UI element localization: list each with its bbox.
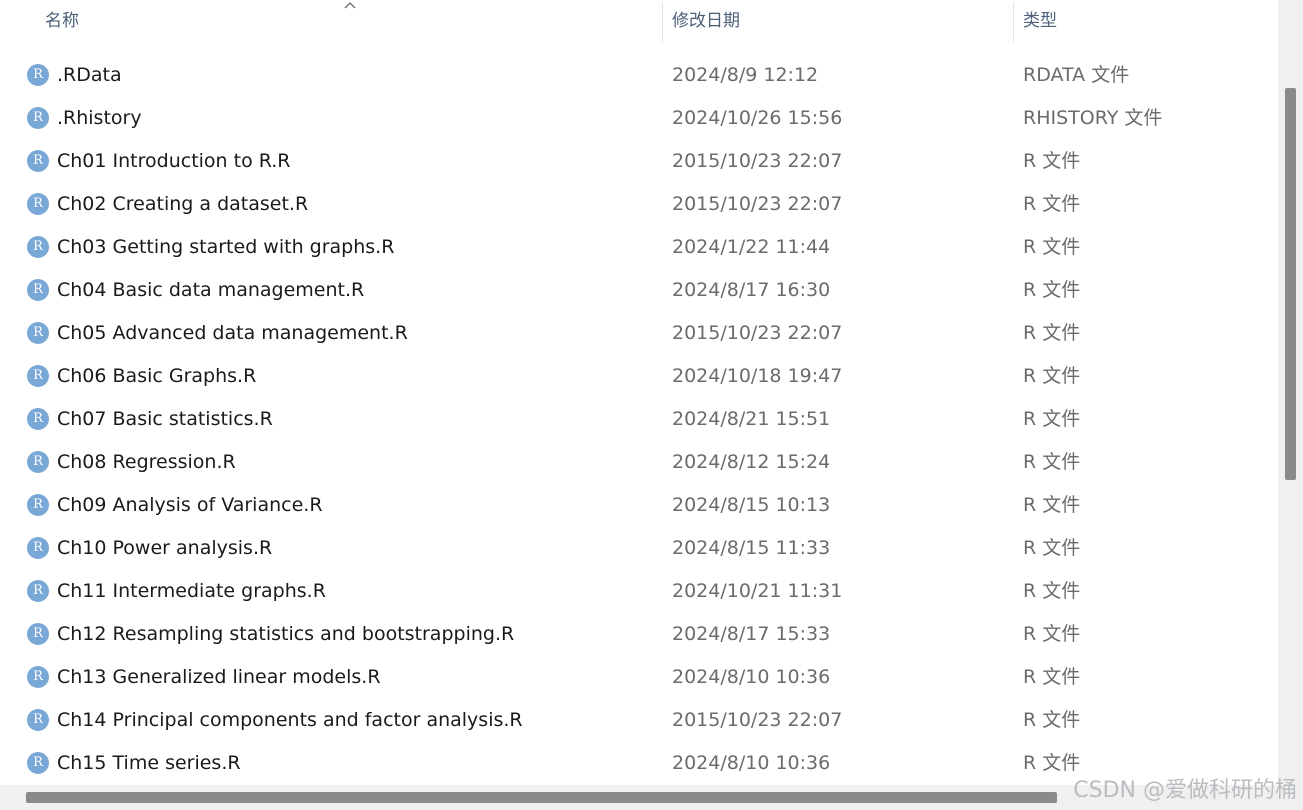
file-date-modified: 2015/10/23 22:07: [672, 322, 843, 344]
file-date-modified: 2024/8/17 15:33: [672, 623, 831, 645]
watermark: CSDN @爱做科研的桶: [1073, 778, 1297, 803]
r-file-icon: R: [27, 365, 49, 387]
file-row[interactable]: R .RData 2024/8/9 12:12 RDATA 文件: [0, 53, 1278, 96]
vertical-scrollbar-thumb[interactable]: [1285, 88, 1296, 480]
file-type: R 文件: [1023, 193, 1081, 215]
chevron-up-icon: [344, 2, 356, 9]
file-date-modified: 2024/10/26 15:56: [672, 107, 843, 129]
file-row[interactable]: R Ch08 Regression.R 2024/8/12 15:24 R 文件: [0, 440, 1278, 483]
file-date-modified: 2015/10/23 22:07: [672, 709, 843, 731]
file-row[interactable]: R Ch01 Introduction to R.R 2015/10/23 22:0…: [0, 139, 1278, 182]
file-row[interactable]: R Ch14 Principal components and factor an…: [0, 698, 1278, 741]
file-name: Ch10 Power analysis.R: [57, 537, 273, 559]
r-file-icon: R: [27, 451, 49, 473]
r-file-icon: R: [27, 64, 49, 86]
file-type: RHISTORY 文件: [1023, 107, 1163, 129]
file-list: R .RData 2024/8/9 12:12 RDATA 文件 R .Rhistory 2…: [0, 53, 1278, 784]
file-type: R 文件: [1023, 408, 1081, 430]
file-date-modified: 2024/8/17 16:30: [672, 279, 831, 301]
file-name: Ch08 Regression.R: [57, 451, 236, 473]
file-row[interactable]: R .Rhistory 2024/10/26 15:56 RHISTORY 文件: [0, 96, 1278, 139]
file-type: R 文件: [1023, 150, 1081, 172]
file-type: R 文件: [1023, 451, 1081, 473]
file-type: R 文件: [1023, 623, 1081, 645]
file-date-modified: 2024/1/22 11:44: [672, 236, 831, 258]
file-type: R 文件: [1023, 322, 1081, 344]
file-row[interactable]: R Ch04 Basic data management.R 2024/8/17 1…: [0, 268, 1278, 311]
file-name: .RData: [57, 64, 122, 86]
file-name: .Rhistory: [57, 107, 142, 129]
r-file-icon: R: [27, 494, 49, 516]
file-name: Ch13 Generalized linear models.R: [57, 666, 381, 688]
file-type: R 文件: [1023, 709, 1081, 731]
file-row[interactable]: R Ch13 Generalized linear models.R 2024/8/…: [0, 655, 1278, 698]
file-date-modified: 2024/8/21 15:51: [672, 408, 831, 430]
file-type: R 文件: [1023, 494, 1081, 516]
file-row[interactable]: R Ch06 Basic Graphs.R 2024/10/18 19:47 R 文件: [0, 354, 1278, 397]
file-row[interactable]: R Ch09 Analysis of Variance.R 2024/8/15 10…: [0, 483, 1278, 526]
file-type: R 文件: [1023, 279, 1081, 301]
r-file-icon: R: [27, 580, 49, 602]
file-row[interactable]: R Ch07 Basic statistics.R 2024/8/21 15:51 R…: [0, 397, 1278, 440]
file-name: Ch14 Principal components and factor ana…: [57, 709, 523, 731]
file-row[interactable]: R Ch03 Getting started with graphs.R 2024/…: [0, 225, 1278, 268]
file-name: Ch03 Getting started with graphs.R: [57, 236, 395, 258]
file-type: RDATA 文件: [1023, 64, 1130, 86]
file-type: R 文件: [1023, 236, 1081, 258]
file-date-modified: 2024/8/9 12:12: [672, 64, 819, 86]
column-divider[interactable]: [662, 2, 663, 42]
r-file-icon: R: [27, 408, 49, 430]
file-name: Ch12 Resampling statistics and bootstrap…: [57, 623, 515, 645]
file-type: R 文件: [1023, 752, 1081, 774]
file-date-modified: 2024/8/15 10:13: [672, 494, 831, 516]
file-row[interactable]: R Ch12 Resampling statistics and bootstra…: [0, 612, 1278, 655]
r-file-icon: R: [27, 623, 49, 645]
file-name: Ch05 Advanced data management.R: [57, 322, 408, 344]
r-file-icon: R: [27, 107, 49, 129]
file-name: Ch07 Basic statistics.R: [57, 408, 273, 430]
file-row[interactable]: R Ch11 Intermediate graphs.R 2024/10/21 11…: [0, 569, 1278, 612]
file-row[interactable]: R Ch10 Power analysis.R 2024/8/15 11:33 R 文…: [0, 526, 1278, 569]
file-date-modified: 2015/10/23 22:07: [672, 150, 843, 172]
column-header-date-modified[interactable]: 修改日期: [672, 0, 1012, 42]
r-file-icon: R: [27, 537, 49, 559]
file-date-modified: 2024/8/12 15:24: [672, 451, 831, 473]
column-header-type[interactable]: 类型: [1023, 0, 1273, 42]
file-row[interactable]: R Ch02 Creating a dataset.R 2015/10/23 22:…: [0, 182, 1278, 225]
file-date-modified: 2024/8/10 10:36: [672, 752, 831, 774]
file-type: R 文件: [1023, 365, 1081, 387]
file-date-modified: 2024/8/15 11:33: [672, 537, 831, 559]
file-name: Ch01 Introduction to R.R: [57, 150, 291, 172]
file-date-modified: 2024/10/21 11:31: [672, 580, 843, 602]
file-type: R 文件: [1023, 666, 1081, 688]
r-file-icon: R: [27, 236, 49, 258]
file-name: Ch06 Basic Graphs.R: [57, 365, 257, 387]
column-header-bar: 名称 修改日期 类型: [0, 0, 1278, 42]
file-explorer-window: 名称 修改日期 类型 R .RData 2024/8/9 12:12 RDATA 文件…: [0, 0, 1303, 810]
file-date-modified: 2024/10/18 19:47: [672, 365, 843, 387]
r-file-icon: R: [27, 752, 49, 774]
r-file-icon: R: [27, 279, 49, 301]
file-date-modified: 2015/10/23 22:07: [672, 193, 843, 215]
horizontal-scrollbar-thumb[interactable]: [26, 792, 1057, 803]
file-name: Ch11 Intermediate graphs.R: [57, 580, 326, 602]
r-file-icon: R: [27, 709, 49, 731]
file-name: Ch09 Analysis of Variance.R: [57, 494, 323, 516]
file-name: Ch04 Basic data management.R: [57, 279, 365, 301]
r-file-icon: R: [27, 666, 49, 688]
file-row[interactable]: R Ch05 Advanced data management.R 2015/10/…: [0, 311, 1278, 354]
file-date-modified: 2024/8/10 10:36: [672, 666, 831, 688]
file-type: R 文件: [1023, 580, 1081, 602]
r-file-icon: R: [27, 193, 49, 215]
r-file-icon: R: [27, 322, 49, 344]
file-type: R 文件: [1023, 537, 1081, 559]
file-name: Ch02 Creating a dataset.R: [57, 193, 309, 215]
r-file-icon: R: [27, 150, 49, 172]
file-name: Ch15 Time series.R: [57, 752, 241, 774]
column-divider[interactable]: [1013, 2, 1014, 42]
